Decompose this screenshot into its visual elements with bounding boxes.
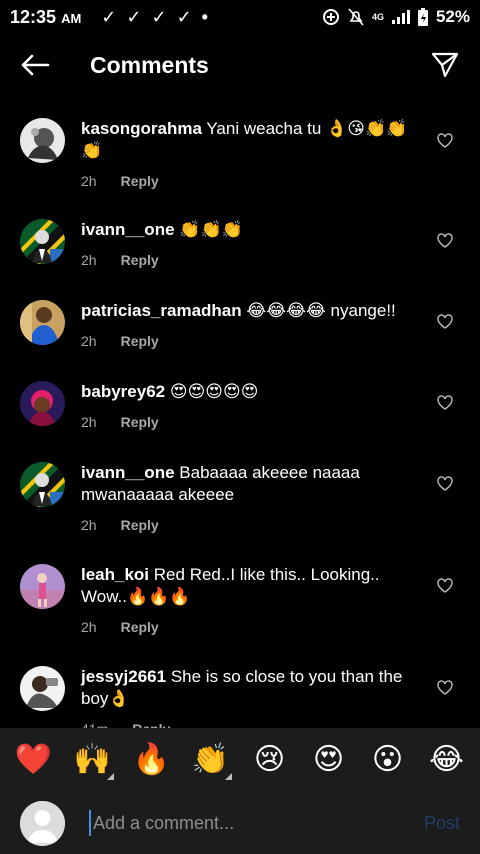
avatar: [20, 800, 65, 846]
emoji-bar: ❤️ 🙌 🔥 👏 😢 😍 😮 😂: [0, 728, 480, 792]
clap-emoji: 👏: [191, 742, 230, 777]
page-title: Comments: [90, 51, 209, 78]
comment-list[interactable]: kasongorahma Yani weacha tu 👌😘👏👏👏 2h Rep…: [0, 96, 480, 728]
reply-button[interactable]: Reply: [121, 249, 159, 271]
notification-icons: ✓ ✓ ✓ ✓ •: [101, 7, 208, 28]
avatar[interactable]: [20, 381, 65, 426]
comment-text: 👏👏👏: [179, 220, 243, 239]
avatar[interactable]: [20, 462, 65, 507]
comment-username[interactable]: patricias_ramadhan: [81, 301, 242, 320]
surprised-emoji-button[interactable]: 😮: [365, 740, 411, 780]
raised-hands-emoji: 🙌: [73, 742, 112, 777]
comment-time: 2h: [81, 619, 97, 635]
reply-button[interactable]: Reply: [121, 411, 159, 433]
heart-icon[interactable]: [436, 312, 454, 330]
comment-time: 2h: [81, 333, 97, 349]
status-time: 12:35 AM: [10, 6, 82, 27]
heart-eyes-emoji-button[interactable]: 😍: [306, 740, 352, 780]
comment-time: 41m: [81, 718, 108, 728]
battery-icon: [417, 8, 428, 26]
comment-meta: 2h Reply: [81, 330, 421, 352]
comment-username[interactable]: ivann__one: [81, 463, 175, 482]
paper-plane-icon: [431, 52, 459, 78]
comment-username[interactable]: babyrey62: [81, 382, 165, 401]
header: Comments: [0, 34, 480, 96]
comment-body: ivann__one 👏👏👏 2h Reply: [81, 219, 421, 271]
status-right: 4G 52%: [322, 7, 470, 27]
fire-emoji-button[interactable]: 🔥: [129, 740, 175, 780]
signal-icon: [391, 10, 410, 24]
heart-icon[interactable]: [436, 474, 454, 492]
check-icon: ✓: [126, 6, 142, 27]
data-saver-icon: [322, 9, 339, 25]
avatar[interactable]: [20, 219, 65, 264]
network-type: 4G: [371, 12, 384, 22]
avatar[interactable]: [20, 564, 65, 609]
check-icon: ✓: [101, 6, 117, 27]
check-icon: ✓: [151, 6, 167, 27]
heart-emoji-button[interactable]: ❤️: [11, 740, 57, 780]
comment-meta: 2h Reply: [81, 249, 421, 271]
heart-icon[interactable]: [436, 393, 454, 411]
reply-button[interactable]: Reply: [121, 514, 159, 536]
comment-meta: 2h Reply: [81, 514, 421, 536]
share-button[interactable]: [410, 34, 480, 96]
comment-time: 2h: [81, 173, 97, 189]
comment-meta: 2h Reply: [81, 170, 421, 192]
skin-tone-indicator: [224, 773, 232, 780]
raised-hands-emoji-button[interactable]: 🙌: [70, 740, 116, 780]
comment-body: leah_koi Red Red..I like this.. Looking.…: [81, 564, 421, 638]
comment-username[interactable]: ivann__one: [81, 220, 175, 239]
comment-username[interactable]: kasongorahma: [81, 119, 202, 138]
avatar[interactable]: [20, 118, 65, 163]
post-button[interactable]: Post: [424, 813, 460, 834]
avatar[interactable]: [20, 300, 65, 345]
comment-username[interactable]: jessyj2661: [81, 667, 166, 686]
reply-button[interactable]: Reply: [121, 170, 159, 192]
mute-icon: [348, 8, 364, 26]
comment-body: patricias_ramadhan 😂😂😂😂 nyange!! 2h Repl…: [81, 300, 421, 352]
dot-icon: •: [201, 6, 208, 27]
reply-button[interactable]: Reply: [121, 330, 159, 352]
comment-meta: 2h Reply: [81, 411, 421, 433]
heart-icon[interactable]: [436, 678, 454, 696]
comment-meta: 41m Reply: [81, 718, 421, 728]
heart-icon[interactable]: [436, 231, 454, 249]
comment-time: 2h: [81, 517, 97, 533]
comment-input-bar: Post: [0, 792, 480, 854]
crying-emoji-button[interactable]: 😢: [247, 740, 293, 780]
heart-icon[interactable]: [436, 576, 454, 594]
arrow-left-icon: [21, 54, 50, 76]
comment-body: ivann__one Babaaaa akeeee naaaa mwanaaaa…: [81, 462, 421, 536]
comment-body: kasongorahma Yani weacha tu 👌😘👏👏👏 2h Rep…: [81, 118, 421, 192]
comment-body: babyrey62 😍😍😍😍😍 2h Reply: [81, 381, 421, 433]
heart-icon[interactable]: [436, 131, 454, 149]
comment-body: jessyj2661 She is so close to you than t…: [81, 666, 421, 728]
battery-percent: 52%: [435, 7, 470, 26]
check-icon: ✓: [176, 6, 192, 27]
avatar[interactable]: [20, 666, 65, 711]
reply-button[interactable]: Reply: [132, 718, 170, 728]
comment-text: 😂😂😂😂 nyange!!: [246, 301, 396, 320]
comment-time: 2h: [81, 252, 97, 268]
reply-button[interactable]: Reply: [121, 616, 159, 638]
skin-tone-indicator: [106, 773, 114, 780]
comment-username[interactable]: leah_koi: [81, 565, 149, 584]
comment-time: 2h: [81, 414, 97, 430]
comment-text: 😍😍😍😍😍: [169, 382, 259, 401]
comment-meta: 2h Reply: [81, 616, 421, 638]
back-button[interactable]: [0, 34, 70, 96]
clap-emoji-button[interactable]: 👏: [188, 740, 234, 780]
status-bar: 12:35 AM ✓ ✓ ✓ ✓ • 4G 52%: [0, 0, 480, 34]
laughing-emoji-button[interactable]: 😂: [424, 740, 470, 780]
comment-input[interactable]: [89, 810, 389, 836]
